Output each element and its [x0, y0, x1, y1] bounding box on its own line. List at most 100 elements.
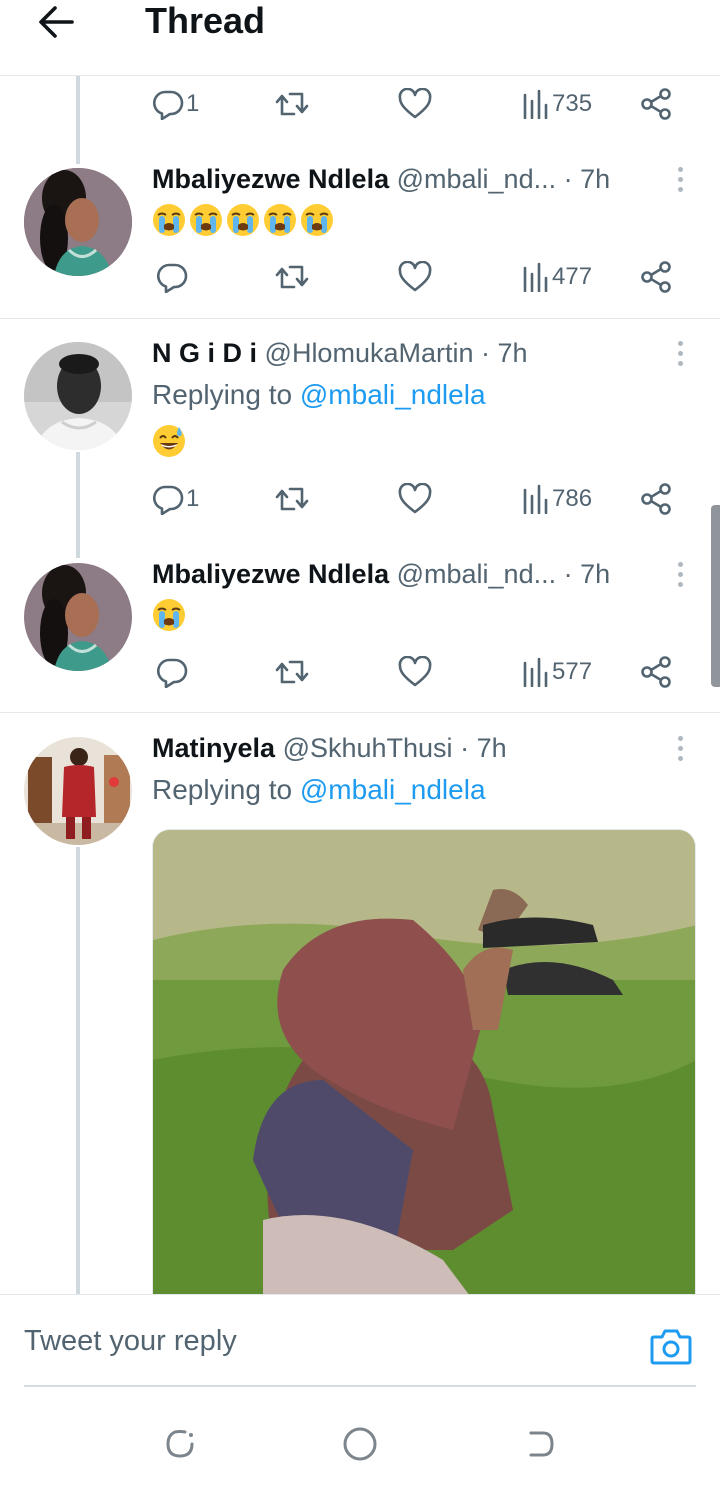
recents-button[interactable]: [160, 1424, 200, 1464]
views-icon: [523, 89, 548, 119]
reply-icon: [153, 90, 184, 120]
share-icon: [641, 483, 671, 515]
camera-icon: [650, 1329, 692, 1365]
author-name[interactable]: N G i D i: [152, 338, 257, 368]
back-nav-button[interactable]: [520, 1424, 560, 1464]
home-circle-icon: [343, 1427, 377, 1461]
like-button[interactable]: [398, 479, 432, 519]
page-title: Thread: [145, 0, 266, 41]
loudly-crying-face-icon: [227, 204, 259, 236]
more-options-button[interactable]: [668, 336, 692, 370]
tweet-divider: [0, 318, 720, 319]
tweet-actions: 477: [152, 257, 682, 297]
author-name[interactable]: Mbaliyezwe Ndlela: [152, 164, 389, 194]
author-handle[interactable]: @HlomukaMartin: [265, 338, 474, 368]
loudly-crying-face-icon: [153, 204, 185, 236]
replying-to: Replying to @mbali_ndlela: [152, 773, 486, 807]
views-button[interactable]: 735: [522, 84, 592, 124]
avatar[interactable]: [24, 168, 132, 276]
views-count: 786: [552, 485, 593, 512]
like-button[interactable]: [398, 257, 432, 297]
tweet-image[interactable]: [152, 829, 696, 1299]
tweet-time: · 7h: [563, 559, 611, 589]
share-button[interactable]: [640, 84, 672, 124]
heart-icon: [398, 261, 432, 292]
replying-handle-link[interactable]: @mbali_ndlela: [300, 774, 486, 805]
system-navigation-bar: [0, 1396, 720, 1491]
retweet-button[interactable]: [274, 84, 310, 124]
heart-icon: [398, 656, 432, 687]
loudly-crying-face-icon: [190, 204, 222, 236]
back-nav-icon: [529, 1431, 554, 1457]
tweet-header: Mbaliyezwe Ndlela @mbali_nd... · 7h: [152, 557, 610, 591]
heart-icon: [398, 88, 432, 119]
avatar[interactable]: [24, 737, 132, 845]
views-icon: [523, 484, 548, 514]
retweet-button[interactable]: [274, 652, 310, 692]
share-button[interactable]: [640, 257, 672, 297]
like-button[interactable]: [398, 84, 432, 124]
grinning-sweat-face-icon: [153, 425, 185, 457]
retweet-icon: [275, 487, 309, 511]
views-icon: [523, 262, 548, 292]
thread-line: [76, 847, 80, 1299]
retweet-icon: [275, 265, 309, 289]
tweet-time: · 7h: [460, 733, 507, 763]
thread-line: [76, 452, 80, 558]
share-button[interactable]: [640, 479, 672, 519]
retweet-icon: [275, 92, 309, 116]
replying-handle-link[interactable]: @mbali_ndlela: [300, 379, 486, 410]
author-handle[interactable]: @SkhuhThusi: [283, 733, 453, 763]
author-handle[interactable]: @mbali_nd...: [397, 559, 556, 589]
tweet-time: · 7h: [481, 338, 528, 368]
views-button[interactable]: 577: [522, 652, 592, 692]
reply-button[interactable]: [156, 257, 188, 297]
thread-line: [76, 76, 80, 164]
author-name[interactable]: Matinyela: [152, 733, 275, 763]
reply-button[interactable]: 1: [152, 479, 199, 519]
author-name[interactable]: Mbaliyezwe Ndlela: [152, 559, 389, 589]
top-bar: Thread: [0, 0, 720, 76]
like-button[interactable]: [398, 652, 432, 692]
tweet-time: · 7h: [563, 164, 611, 194]
more-options-button[interactable]: [668, 162, 692, 196]
replying-to: Replying to @mbali_ndlela: [152, 378, 486, 412]
more-options-button[interactable]: [668, 731, 692, 765]
tweet-header: N G i D i @HlomukaMartin · 7h: [152, 336, 528, 370]
share-button[interactable]: [640, 652, 672, 692]
reply-count: 1: [186, 485, 200, 512]
reply-button[interactable]: [156, 652, 188, 692]
reply-underline: [24, 1385, 696, 1387]
share-icon: [641, 88, 671, 120]
tweet-actions: 577: [152, 652, 682, 692]
avatar[interactable]: [24, 563, 132, 671]
author-handle[interactable]: @mbali_nd...: [397, 164, 556, 194]
home-button[interactable]: [340, 1424, 380, 1464]
loudly-crying-face-icon: [301, 204, 333, 236]
tweet-divider: [0, 712, 720, 713]
camera-button[interactable]: [650, 1327, 692, 1367]
reply-button[interactable]: 1: [152, 84, 199, 124]
tweet-actions: 1 786: [152, 479, 682, 519]
share-icon: [641, 656, 671, 688]
back-button[interactable]: [34, 2, 78, 42]
avatar[interactable]: [24, 342, 132, 450]
more-options-button[interactable]: [668, 557, 692, 591]
scrollbar[interactable]: [711, 505, 720, 687]
share-icon: [641, 261, 671, 293]
reply-icon: [157, 263, 188, 293]
views-button[interactable]: 786: [522, 479, 592, 519]
views-count: 577: [552, 658, 593, 685]
retweet-button[interactable]: [274, 479, 310, 519]
retweet-icon: [275, 660, 309, 684]
retweet-button[interactable]: [274, 257, 310, 297]
views-count: 735: [552, 90, 593, 117]
heart-icon: [398, 483, 432, 514]
views-button[interactable]: 477: [522, 257, 592, 297]
tweet-reply-input[interactable]: Tweet your reply: [24, 1325, 237, 1358]
tweet-text: [152, 424, 186, 458]
views-icon: [523, 657, 548, 687]
tweet-text: [152, 598, 186, 632]
tweet-actions: 1 735: [152, 84, 682, 124]
reply-icon: [153, 485, 184, 515]
